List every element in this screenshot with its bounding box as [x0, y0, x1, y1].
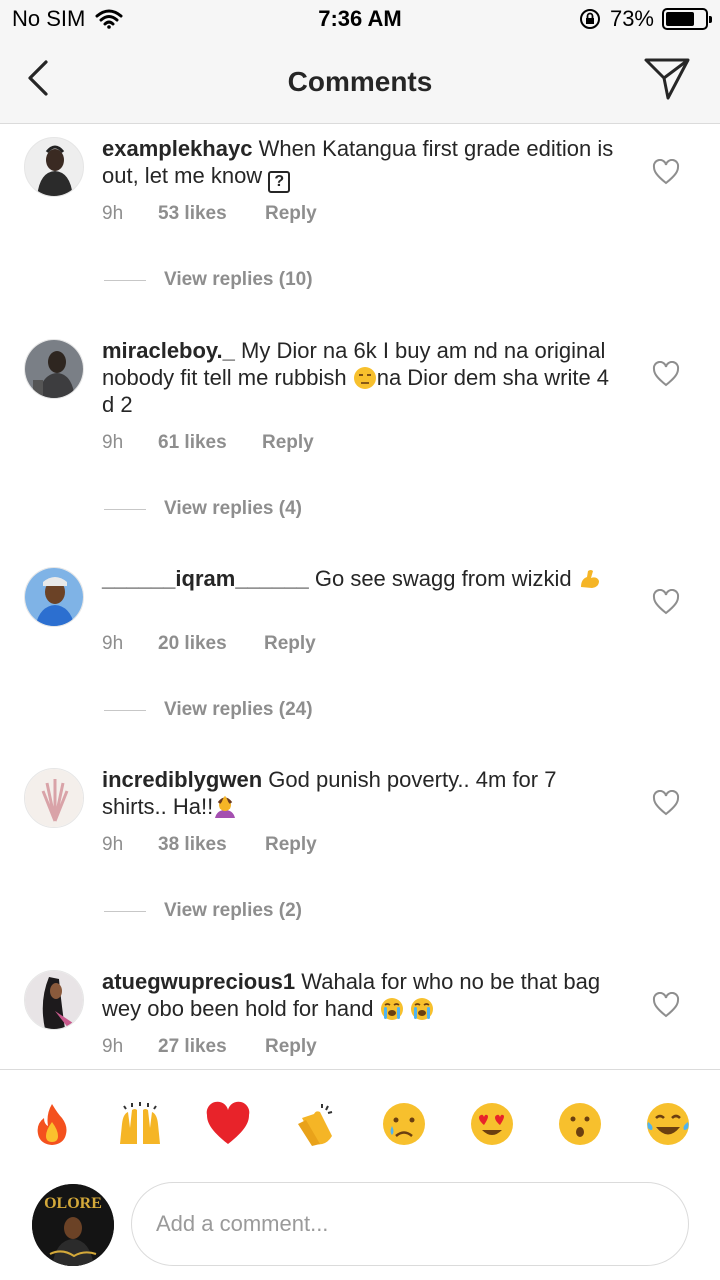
battery-level: [666, 12, 694, 26]
reply-button[interactable]: Reply: [262, 432, 314, 454]
view-replies-label: View replies (4): [164, 498, 302, 519]
person-facepalming-icon: [215, 795, 236, 818]
comment-input[interactable]: Add a comment...: [131, 1182, 689, 1266]
like-heart-icon[interactable]: [652, 361, 680, 387]
fire-icon[interactable]: [28, 1100, 76, 1148]
comment-text: incrediblygwen God punish poverty.. 4m f…: [102, 766, 622, 820]
unamused-face-icon: [353, 367, 376, 389]
view-replies-button[interactable]: View replies (4): [104, 498, 302, 520]
like-heart-icon[interactable]: [652, 159, 680, 185]
clapping-hands-icon[interactable]: [292, 1100, 340, 1148]
view-replies-divider: [104, 709, 146, 711]
avatar[interactable]: [24, 970, 84, 1030]
view-replies-label: View replies (24): [164, 699, 313, 720]
raised-hands-icon[interactable]: [116, 1100, 164, 1148]
comment-text: examplekhayc When Katangua first grade e…: [102, 135, 622, 193]
view-replies-divider: [104, 508, 146, 510]
view-replies-label: View replies (10): [164, 269, 313, 290]
comment-likes[interactable]: 20 likes: [158, 633, 264, 655]
reply-button[interactable]: Reply: [265, 1036, 317, 1058]
view-replies-button[interactable]: View replies (10): [104, 269, 313, 291]
reply-button[interactable]: Reply: [264, 633, 316, 655]
reply-button[interactable]: Reply: [265, 203, 317, 225]
status-right: 73%: [578, 6, 712, 32]
avatar[interactable]: [24, 768, 84, 828]
comment-text: ______iqram______ Go see swagg from wizk…: [102, 565, 622, 592]
comment-composer: OLORE Add a comment...: [0, 1170, 720, 1280]
comment-time: 9h: [102, 1036, 124, 1057]
loudly-crying-face-icon: [380, 998, 403, 1020]
avatar[interactable]: [24, 339, 84, 399]
avatar-lettering: OLORE: [44, 1195, 102, 1212]
comment-text: miracleboy._ My Dior na 6k I buy am nd n…: [102, 337, 622, 418]
comment-username[interactable]: examplekhayc: [102, 136, 252, 161]
nav-bar: Comments: [0, 40, 720, 124]
comment-likes[interactable]: 27 likes: [158, 1036, 265, 1058]
comment-meta: 9h 20 likes Reply: [102, 633, 316, 655]
emoji-quick-bar: [0, 1069, 720, 1179]
comment-likes[interactable]: 61 likes: [158, 432, 262, 454]
like-heart-icon[interactable]: [652, 589, 680, 615]
battery-percent: 73%: [609, 6, 654, 31]
loudly-crying-face-icon: [410, 998, 433, 1020]
view-replies-button[interactable]: View replies (24): [104, 699, 313, 721]
comment-text: atuegwuprecious1 Wahala for who no be th…: [102, 968, 622, 1022]
comment-time: 9h: [102, 834, 124, 855]
comment-meta: 9h 53 likes Reply: [102, 203, 317, 225]
comment-meta: 9h 38 likes Reply: [102, 834, 317, 856]
comment-body: Go see swagg from wizkid: [314, 566, 578, 591]
comment-meta: 9h 61 likes Reply: [102, 432, 314, 454]
my-avatar[interactable]: OLORE: [32, 1184, 114, 1266]
comment-username[interactable]: atuegwuprecious1: [102, 969, 295, 994]
view-replies-divider: [104, 279, 146, 281]
comment-username[interactable]: miracleboy._: [102, 338, 235, 363]
view-replies-label: View replies (2): [164, 900, 302, 921]
like-heart-icon[interactable]: [652, 790, 680, 816]
view-replies-button[interactable]: View replies (2): [104, 900, 302, 922]
comment-meta: 9h 27 likes Reply: [102, 1036, 317, 1058]
battery-icon: [662, 8, 712, 30]
view-replies-divider: [104, 910, 146, 912]
avatar[interactable]: [24, 567, 84, 627]
comment-time: 9h: [102, 633, 124, 654]
comment-username[interactable]: ______iqram______: [102, 566, 309, 591]
red-heart-icon[interactable]: [204, 1100, 252, 1148]
comment-username[interactable]: incrediblygwen: [102, 767, 262, 792]
comment-time: 9h: [102, 432, 124, 453]
like-heart-icon[interactable]: [652, 992, 680, 1018]
avatar[interactable]: [24, 137, 84, 197]
send-icon[interactable]: [642, 56, 692, 102]
comment-likes[interactable]: 38 likes: [158, 834, 265, 856]
orientation-lock-icon: [579, 9, 600, 29]
tears-of-joy-icon[interactable]: [644, 1100, 692, 1148]
comment-likes[interactable]: 53 likes: [158, 203, 265, 225]
heart-eyes-icon[interactable]: [468, 1100, 516, 1148]
crying-face-icon[interactable]: [380, 1100, 428, 1148]
page-title: Comments: [287, 66, 433, 97]
reply-button[interactable]: Reply: [265, 834, 317, 856]
status-bar: No SIM 7:36 AM 73%: [0, 0, 720, 40]
astonished-face-icon[interactable]: [556, 1100, 604, 1148]
flexed-biceps-icon: [580, 570, 599, 588]
question-box-icon: ?: [268, 171, 291, 193]
comment-time: 9h: [102, 203, 124, 224]
comments-list[interactable]: examplekhayc When Katangua first grade e…: [0, 125, 720, 1069]
